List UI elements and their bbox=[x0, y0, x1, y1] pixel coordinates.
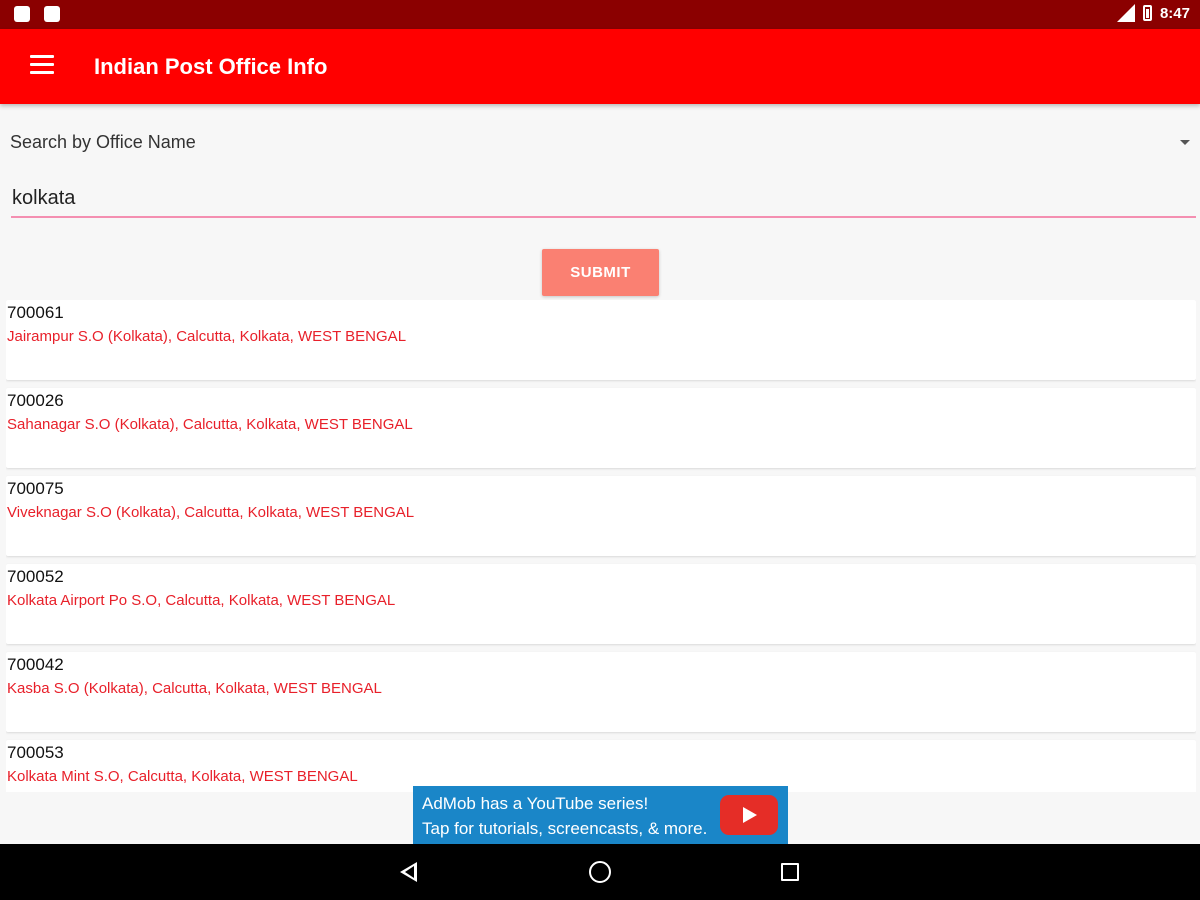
app-bar: Indian Post Office Info bbox=[0, 29, 1200, 104]
ad-banner[interactable]: AdMob has a YouTube series! Tap for tuto… bbox=[413, 786, 788, 844]
office-address: Viveknagar S.O (Kolkata), Calcutta, Kolk… bbox=[7, 504, 415, 521]
submit-button[interactable]: SUBMIT bbox=[542, 249, 659, 296]
recents-icon[interactable] bbox=[781, 863, 799, 881]
result-card[interactable]: 700026 Sahanagar S.O (Kolkata), Calcutta,… bbox=[6, 388, 1196, 468]
result-card[interactable]: 700061 Jairampur S.O (Kolkata), Calcutta,… bbox=[6, 300, 1196, 380]
search-input[interactable] bbox=[11, 180, 1196, 218]
pincode: 700053 bbox=[7, 743, 64, 762]
search-mode-label: Search by Office Name bbox=[10, 132, 196, 152]
pincode: 700075 bbox=[7, 479, 64, 498]
ad-text-line1: AdMob has a YouTube series! bbox=[422, 794, 649, 813]
app-title: Indian Post Office Info bbox=[94, 54, 328, 79]
back-icon[interactable] bbox=[400, 862, 417, 882]
office-address: Kolkata Airport Po S.O, Calcutta, Kolkat… bbox=[7, 592, 396, 609]
result-card[interactable]: 700075 Viveknagar S.O (Kolkata), Calcutta… bbox=[6, 476, 1196, 556]
notification-icons bbox=[14, 6, 60, 22]
notification-icon bbox=[44, 6, 60, 22]
signal-icon bbox=[1116, 4, 1135, 22]
office-address: Kolkata Mint S.O, Calcutta, Kolkata, WES… bbox=[7, 768, 358, 785]
notification-icon bbox=[14, 6, 30, 22]
results-list[interactable]: 700061 Jairampur S.O (Kolkata), Calcutta,… bbox=[6, 300, 1196, 792]
menu-icon[interactable] bbox=[30, 55, 54, 75]
status-bar: 8:47 bbox=[0, 0, 1200, 29]
office-address: Jairampur S.O (Kolkata), Calcutta, Kolka… bbox=[7, 328, 407, 345]
result-card[interactable]: 700042 Kasba S.O (Kolkata), Calcutta, Kol… bbox=[6, 652, 1196, 732]
pincode: 700042 bbox=[7, 655, 64, 674]
navigation-bar bbox=[0, 844, 1200, 900]
result-card[interactable]: 700053 Kolkata Mint S.O, Calcutta, Kolkat… bbox=[6, 740, 1196, 792]
office-address: Kasba S.O (Kolkata), Calcutta, Kolkata, … bbox=[7, 680, 382, 697]
ad-text-line2: Tap for tutorials, screencasts, & more. bbox=[422, 819, 708, 838]
pincode: 700052 bbox=[7, 567, 64, 586]
status-right: 8:47 bbox=[1116, 4, 1190, 22]
pincode: 700061 bbox=[7, 303, 64, 322]
pincode: 700026 bbox=[7, 391, 64, 410]
chevron-down-icon bbox=[1180, 140, 1190, 145]
search-mode-dropdown[interactable]: Search by Office Name bbox=[0, 120, 1200, 164]
result-card[interactable]: 700052 Kolkata Airport Po S.O, Calcutta, … bbox=[6, 564, 1196, 644]
office-address: Sahanagar S.O (Kolkata), Calcutta, Kolka… bbox=[7, 416, 413, 433]
battery-icon bbox=[1142, 5, 1152, 21]
youtube-play-icon bbox=[720, 795, 778, 835]
status-time: 8:47 bbox=[1159, 4, 1190, 22]
home-icon[interactable] bbox=[589, 861, 611, 883]
